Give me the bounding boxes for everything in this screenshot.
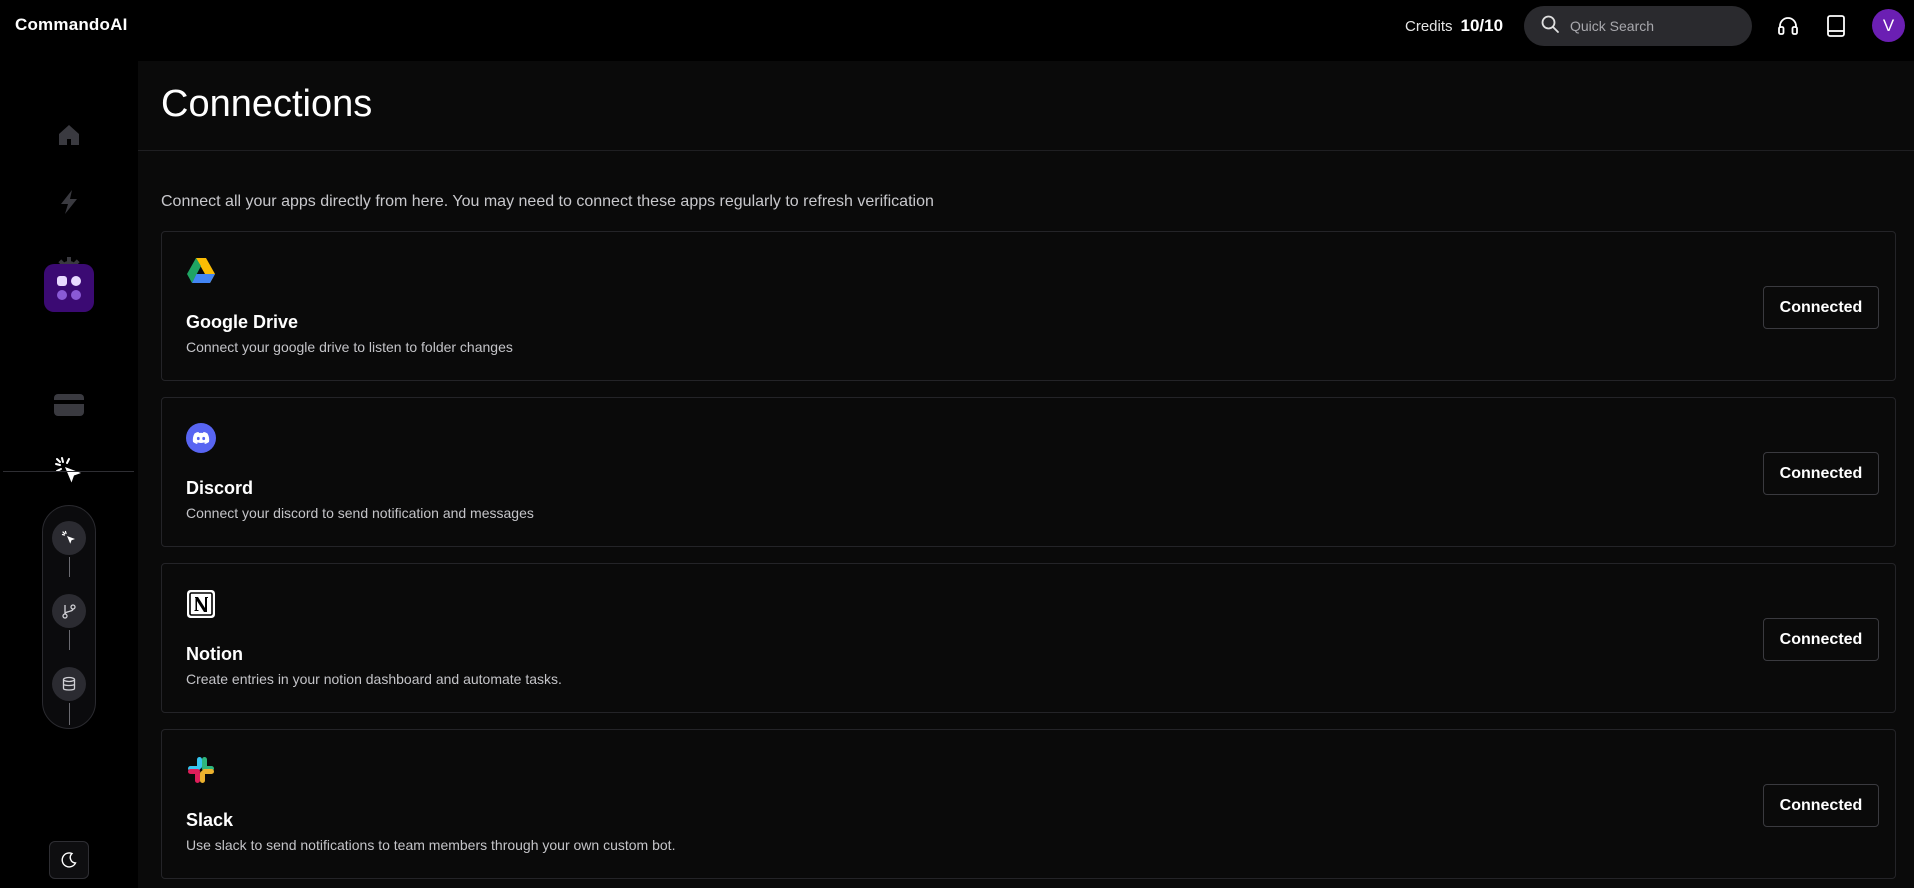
- headphones-icon[interactable]: [1775, 13, 1801, 39]
- search-icon: [1540, 14, 1560, 39]
- main-content: Connections Connect all your apps direct…: [138, 61, 1914, 888]
- lightning-icon: [61, 190, 77, 214]
- flow-node-database[interactable]: [52, 667, 86, 701]
- connection-name: Discord: [186, 478, 254, 498]
- page-subtitle: Connect all your apps directly from here…: [161, 193, 934, 210]
- sidebar-item-billing[interactable]: [44, 381, 94, 429]
- connection-description: Connect your discord to send notificatio…: [186, 505, 534, 521]
- connection-name: Google Drive: [186, 312, 299, 332]
- quick-search[interactable]: [1524, 6, 1752, 46]
- connection-name: Notion: [186, 644, 243, 664]
- sidebar-item-connections[interactable]: [44, 264, 94, 312]
- book-icon[interactable]: [1823, 13, 1849, 39]
- flow-node-trigger[interactable]: [52, 521, 86, 555]
- flow-connector: [69, 557, 70, 577]
- connection-card-slack: Slack Use slack to send notifications to…: [161, 729, 1896, 879]
- search-input[interactable]: [1570, 18, 1740, 34]
- page-title: Connections: [161, 83, 373, 125]
- theme-toggle-button[interactable]: [49, 841, 89, 879]
- flow-node-branch[interactable]: [52, 594, 86, 628]
- connection-name: Slack: [186, 810, 234, 830]
- connection-description: Use slack to send notifications to team …: [186, 837, 676, 853]
- avatar[interactable]: V: [1872, 9, 1905, 42]
- flow-connector: [69, 630, 70, 650]
- click-cursor-icon: [61, 530, 75, 544]
- moon-icon: [61, 852, 77, 868]
- top-bar: CommandoAI Credits 10/10 V: [0, 0, 1914, 51]
- connection-description: Connect your google drive to listen to f…: [186, 339, 513, 355]
- connection-card-google-drive: Google Drive Connect your google drive t…: [161, 231, 1896, 381]
- title-divider: [138, 150, 1914, 151]
- connection-description: Create entries in your notion dashboard …: [186, 671, 562, 687]
- flow-connector: [69, 703, 70, 725]
- sidebar-divider: [3, 471, 134, 472]
- avatar-initial: V: [1882, 15, 1895, 35]
- connected-button[interactable]: Connected: [1763, 452, 1879, 495]
- connection-card-notion: Notion Create entries in your notion das…: [161, 563, 1896, 713]
- discord-icon: [186, 423, 216, 453]
- google-drive-icon: [186, 257, 216, 287]
- credits-value: 10/10: [1460, 16, 1504, 35]
- notion-icon: [186, 589, 216, 619]
- credits-label: Credits: [1405, 18, 1453, 35]
- sidebar-item-home[interactable]: [44, 111, 94, 159]
- home-icon: [59, 125, 79, 145]
- slack-icon: [186, 755, 216, 785]
- brand-logo-text[interactable]: CommandoAI: [15, 15, 128, 35]
- connected-button[interactable]: Connected: [1763, 286, 1879, 329]
- sidebar-item-actions[interactable]: [44, 178, 94, 226]
- apps-grid-icon: [57, 276, 81, 300]
- connected-button[interactable]: Connected: [1763, 618, 1879, 661]
- sidebar: [0, 51, 138, 888]
- connection-card-discord: Discord Connect your discord to send not…: [161, 397, 1896, 547]
- database-icon: [62, 676, 76, 691]
- credits-display: Credits 10/10: [1405, 16, 1503, 36]
- credit-card-icon: [54, 394, 84, 416]
- workflow-track: [42, 505, 96, 729]
- connected-button[interactable]: Connected: [1763, 784, 1879, 827]
- git-branch-icon: [62, 604, 76, 619]
